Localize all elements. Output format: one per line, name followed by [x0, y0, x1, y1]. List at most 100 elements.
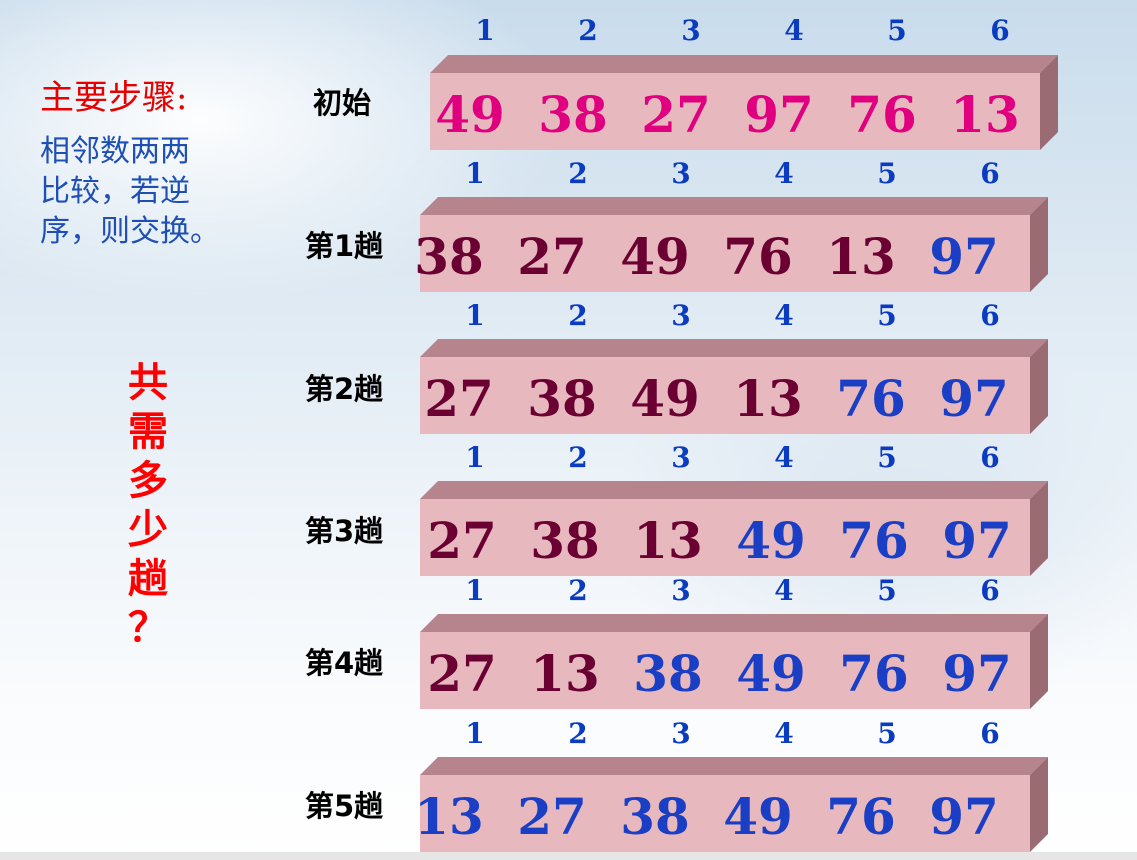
position-index: 1: [465, 441, 485, 474]
slide: 主要步骤: 相邻数两两 比较，若逆 序，则交换。 共 需 多 少 趟 ？ 初始 1…: [0, 0, 1137, 852]
position-index: 4: [774, 717, 794, 750]
position-index: 2: [568, 299, 588, 332]
array-value: 13: [530, 644, 600, 703]
array-value: 27: [517, 787, 587, 846]
array-value: 97: [942, 644, 1012, 703]
array-value: 76: [839, 511, 909, 570]
question-vertical-text: 共 需 多 少 趟 ？: [122, 358, 174, 652]
position-index: 1: [465, 717, 485, 750]
bar-top-face: [420, 197, 1048, 215]
position-index: 4: [774, 299, 794, 332]
array-value: 38: [530, 511, 600, 570]
position-index: 3: [681, 14, 701, 47]
number-bar: 38 27 49 76 13 97: [414, 197, 1048, 292]
position-index: 2: [568, 717, 588, 750]
question-char: 少: [128, 506, 168, 553]
row-label: 第4趟: [305, 646, 384, 680]
array-value: 27: [641, 85, 711, 144]
array-value: 38: [620, 787, 690, 846]
bar-top-face: [420, 481, 1048, 499]
position-index: 5: [877, 157, 897, 190]
position-index: 3: [671, 157, 691, 190]
array-value: 76: [847, 85, 917, 144]
position-index: 1: [465, 574, 485, 607]
number-bar: 13 27 38 49 76 97: [414, 757, 1048, 852]
position-index: 6: [980, 157, 1000, 190]
array-value: 27: [427, 511, 497, 570]
position-index: 5: [877, 441, 897, 474]
array-value: 49: [620, 227, 690, 286]
number-bar: 27 38 13 49 76 97: [420, 481, 1048, 576]
bar-top-face: [420, 614, 1048, 632]
array-value: 76: [723, 227, 793, 286]
steps-title: 主要步骤:: [40, 78, 188, 118]
array-value: 13: [826, 227, 896, 286]
position-index: 5: [877, 299, 897, 332]
question-char: 需: [128, 408, 168, 455]
position-index: 5: [887, 14, 907, 47]
array-value: 49: [630, 369, 700, 428]
row-label: 第5趟: [305, 789, 384, 823]
row-label: 第1趟: [305, 229, 384, 263]
position-index: 5: [877, 574, 897, 607]
position-index: 4: [774, 441, 794, 474]
number-bar: 49 38 27 97 76 13: [430, 55, 1058, 150]
position-index: 2: [578, 14, 598, 47]
position-index: 3: [671, 299, 691, 332]
number-bar: 27 13 38 49 76 97: [420, 614, 1048, 709]
array-value: 13: [733, 369, 803, 428]
position-index: 6: [980, 717, 1000, 750]
position-index: 6: [990, 14, 1010, 47]
array-value: 38: [633, 644, 703, 703]
question-char: 趟: [128, 555, 168, 602]
array-value: 13: [950, 85, 1020, 144]
position-index: 3: [671, 574, 691, 607]
array-value: 49: [736, 644, 806, 703]
array-value: 76: [826, 787, 896, 846]
question-char: 多: [128, 457, 168, 504]
number-bar: 27 38 49 13 76 97: [420, 339, 1048, 434]
array-value: 76: [839, 644, 909, 703]
array-value: 13: [414, 787, 484, 846]
bar-top-face: [420, 339, 1048, 357]
array-value: 97: [744, 85, 814, 144]
position-index: 1: [465, 299, 485, 332]
bottom-strip: [0, 852, 1137, 860]
position-index: 6: [980, 441, 1000, 474]
array-value: 13: [633, 511, 703, 570]
row-label: 初始: [313, 86, 372, 120]
array-value: 27: [424, 369, 494, 428]
position-index: 3: [671, 441, 691, 474]
array-value: 49: [435, 85, 505, 144]
position-index: 4: [774, 157, 794, 190]
array-value: 97: [942, 511, 1012, 570]
position-index: 6: [980, 574, 1000, 607]
array-value: 97: [929, 787, 999, 846]
array-value: 38: [414, 227, 484, 286]
bar-top-face: [430, 55, 1058, 73]
steps-line: 比较，若逆: [40, 174, 190, 209]
row-label: 第2趟: [305, 372, 384, 406]
question-char: ？: [128, 604, 168, 651]
position-index: 3: [671, 717, 691, 750]
array-value: 38: [527, 369, 597, 428]
position-index: 2: [568, 441, 588, 474]
position-index: 4: [784, 14, 804, 47]
bar-top-face: [420, 757, 1048, 775]
position-index: 2: [568, 574, 588, 607]
position-index: 6: [980, 299, 1000, 332]
position-index: 4: [774, 574, 794, 607]
steps-description: 相邻数两两 比较，若逆 序，则交换。: [40, 132, 255, 252]
array-value: 76: [836, 369, 906, 428]
position-index: 1: [465, 157, 485, 190]
row-label: 第3趟: [305, 514, 384, 548]
array-value: 38: [538, 85, 608, 144]
position-index: 1: [475, 14, 495, 47]
position-index: 5: [877, 717, 897, 750]
array-value: 97: [939, 369, 1009, 428]
array-value: 49: [723, 787, 793, 846]
array-value: 49: [736, 511, 806, 570]
steps-line: 相邻数两两: [40, 134, 190, 169]
array-value: 27: [517, 227, 587, 286]
array-value: 27: [427, 644, 497, 703]
